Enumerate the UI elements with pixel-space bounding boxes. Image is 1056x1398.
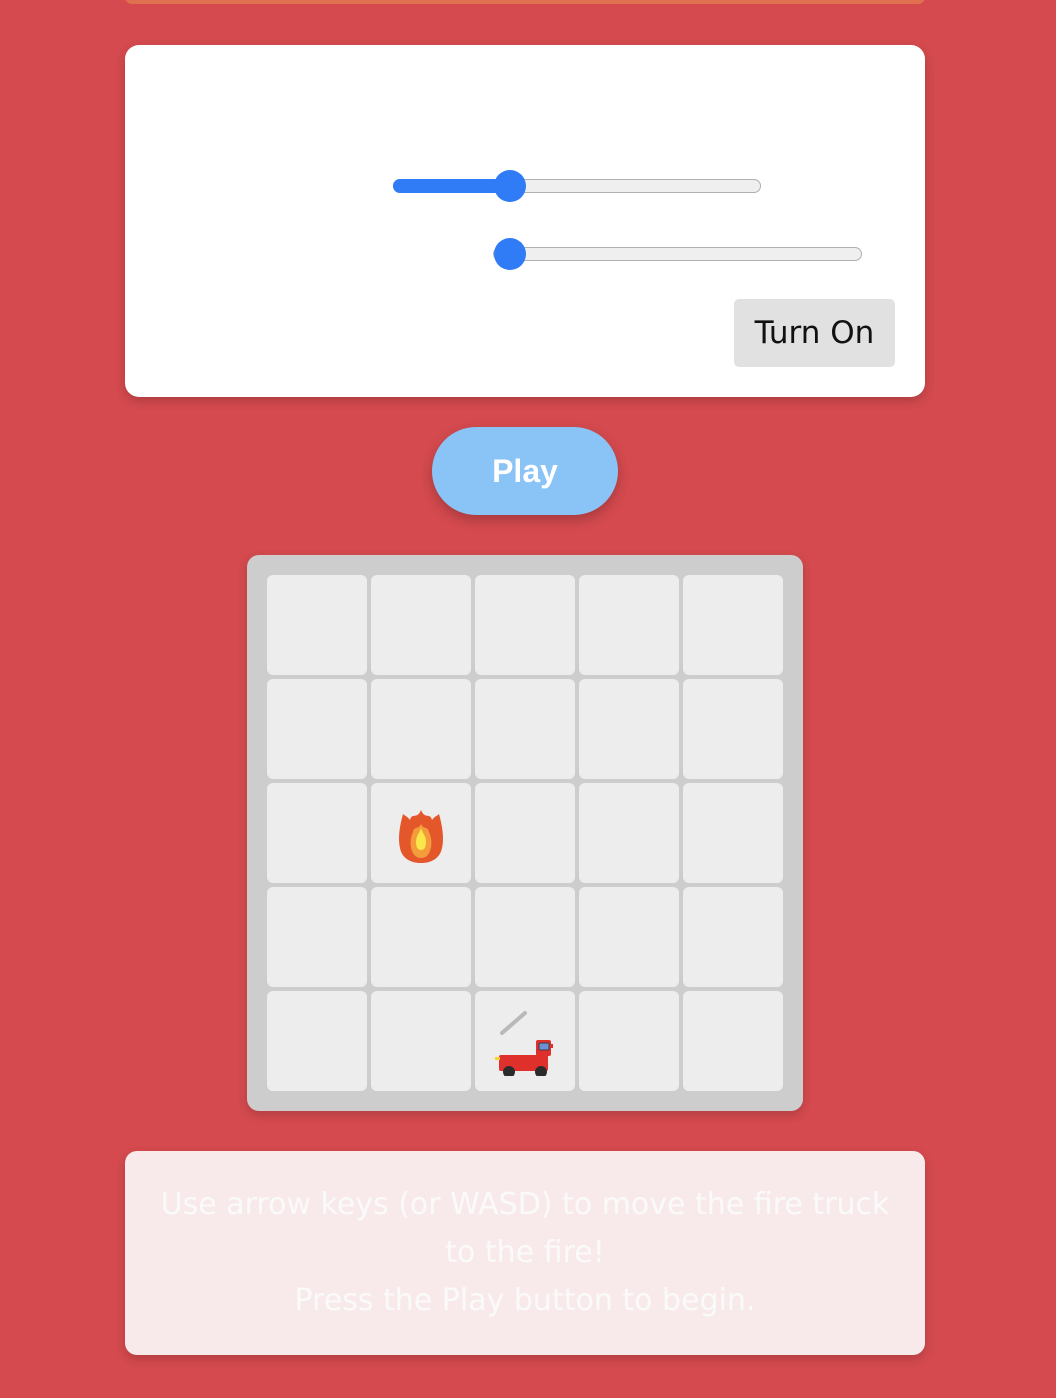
fire-truck-icon [492, 1010, 558, 1081]
board-cell [475, 575, 575, 675]
play-button[interactable]: Play [432, 427, 618, 515]
board-cell [683, 679, 783, 779]
board-cell [579, 783, 679, 883]
board-cell [579, 575, 679, 675]
slider-2[interactable] [493, 238, 862, 270]
board-cell [475, 887, 575, 987]
slider-2-thumb[interactable] [494, 238, 526, 270]
board-cell [267, 575, 367, 675]
board-cell [267, 783, 367, 883]
turn-on-button[interactable]: Turn On [734, 299, 895, 367]
board-cell [475, 783, 575, 883]
game-board [247, 555, 803, 1111]
board-cell [371, 679, 471, 779]
slider-1[interactable] [393, 170, 761, 202]
board-cell [475, 991, 575, 1091]
board-cell [683, 575, 783, 675]
board-cell [371, 783, 471, 883]
instructions-line-3: Press the Play button to begin. [294, 1283, 756, 1318]
board-cell [683, 991, 783, 1091]
board-cell [371, 887, 471, 987]
board-cell [371, 991, 471, 1091]
board-grid [267, 575, 783, 1091]
board-cell [683, 887, 783, 987]
board-cell [371, 575, 471, 675]
slider-1-thumb[interactable] [494, 170, 527, 202]
board-cell [579, 991, 679, 1091]
top-card-edge [125, 0, 925, 4]
board-cell [267, 887, 367, 987]
instructions-line-1: Use arrow keys (or WASD) to move the fir… [160, 1187, 890, 1222]
instructions-panel: Use arrow keys (or WASD) to move the fir… [125, 1151, 925, 1355]
board-cell [579, 679, 679, 779]
board-cell [475, 679, 575, 779]
control-panel: Turn On [125, 45, 925, 397]
board-cell [683, 783, 783, 883]
instructions-line-2: to the fire! [445, 1235, 605, 1270]
fire-icon [397, 806, 445, 869]
board-cell [267, 679, 367, 779]
board-cell [579, 887, 679, 987]
board-cell [267, 991, 367, 1091]
